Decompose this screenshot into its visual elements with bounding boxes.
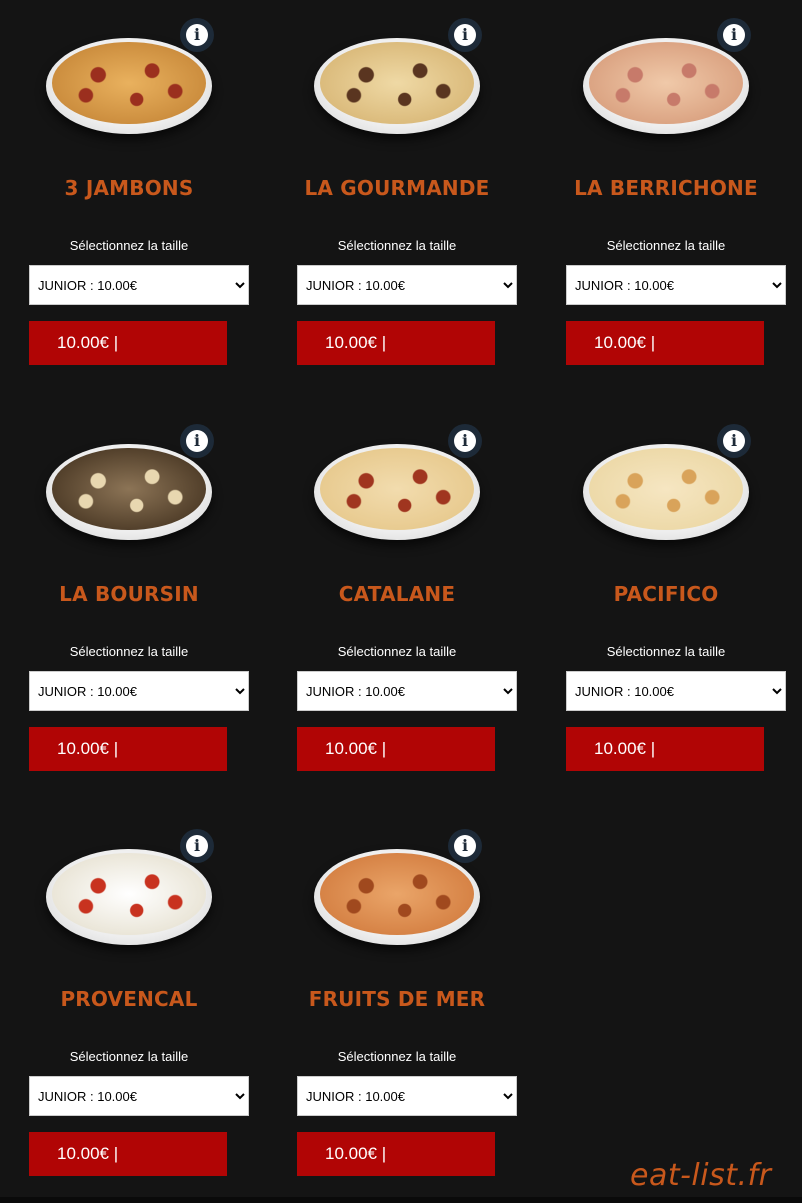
info-glyph: i [454,430,476,452]
pizza-image[interactable] [46,849,212,945]
size-label: Sélectionnez la taille [69,644,189,659]
pizza [52,42,206,124]
product-name: LA BERRICHONE [574,176,758,200]
pizza-image[interactable] [46,38,212,134]
size-select[interactable]: JUNIOR : 10.00€ [297,265,517,305]
add-to-cart-button[interactable]: 10.00€ | [297,1132,495,1176]
size-label: Sélectionnez la taille [337,644,457,659]
size-select[interactable]: JUNIOR : 10.00€ [297,1076,517,1116]
info-icon[interactable]: i [448,829,482,863]
pizza-image[interactable] [314,38,480,134]
pizza [320,448,474,530]
product-card: i PACIFICO Sélectionnez la taille JUNIOR : … [566,406,786,786]
size-label: Sélectionnez la taille [606,238,726,253]
product-card: i CATALANE Sélectionnez la taille JUNIOR : … [297,406,517,786]
product-card: i LA GOURMANDE Sélectionnez la taille JUNIO… [297,0,517,380]
product-name: FRUITS DE MER [308,987,486,1011]
product-name: PROVENCAL [60,987,198,1011]
info-glyph: i [723,24,745,46]
info-glyph: i [186,430,208,452]
product-card: i FRUITS DE MER Sélectionnez la taille JUNI… [297,811,517,1191]
product-name: 3 JAMBONS [64,176,194,200]
info-icon[interactable]: i [180,829,214,863]
add-to-cart-button[interactable]: 10.00€ | [566,321,764,365]
size-label: Sélectionnez la taille [606,644,726,659]
info-glyph: i [723,430,745,452]
info-icon[interactable]: i [180,424,214,458]
info-glyph: i [186,835,208,857]
size-label: Sélectionnez la taille [69,1049,189,1064]
bottom-bar [0,1197,802,1203]
size-select[interactable]: JUNIOR : 10.00€ [566,671,786,711]
product-name: CATALANE [338,582,456,606]
page: i 3 JAMBONS Sélectionnez la taille JUNIOR :… [0,0,802,1203]
pizza [320,42,474,124]
product-card: i PROVENCAL Sélectionnez la taille JUNIOR :… [29,811,249,1191]
pizza-image[interactable] [583,444,749,540]
add-to-cart-button[interactable]: 10.00€ | [29,727,227,771]
pizza-image[interactable] [314,444,480,540]
size-label: Sélectionnez la taille [337,1049,457,1064]
product-card: i LA BERRICHONE Sélectionnez la taille JUNI… [566,0,786,380]
pizza-image[interactable] [46,444,212,540]
info-icon[interactable]: i [180,18,214,52]
pizza [589,448,743,530]
pizza-image[interactable] [314,849,480,945]
size-select[interactable]: JUNIOR : 10.00€ [29,1076,249,1116]
add-to-cart-button[interactable]: 10.00€ | [566,727,764,771]
info-icon[interactable]: i [717,18,751,52]
size-select[interactable]: JUNIOR : 10.00€ [566,265,786,305]
size-label: Sélectionnez la taille [337,238,457,253]
add-to-cart-button[interactable]: 10.00€ | [29,1132,227,1176]
product-name: LA GOURMANDE [304,176,490,200]
pizza-image[interactable] [583,38,749,134]
size-label: Sélectionnez la taille [69,238,189,253]
info-glyph: i [454,24,476,46]
info-glyph: i [454,835,476,857]
info-icon[interactable]: i [448,18,482,52]
info-glyph: i [186,24,208,46]
size-select[interactable]: JUNIOR : 10.00€ [29,671,249,711]
watermark: eat-list.fr [630,1158,772,1193]
pizza [589,42,743,124]
add-to-cart-button[interactable]: 10.00€ | [29,321,227,365]
product-card: i LA BOURSIN Sélectionnez la taille JUNIOR … [29,406,249,786]
info-icon[interactable]: i [448,424,482,458]
product-name: PACIFICO [613,582,719,606]
pizza [320,853,474,935]
product-card: i 3 JAMBONS Sélectionnez la taille JUNIOR :… [29,0,249,380]
add-to-cart-button[interactable]: 10.00€ | [297,727,495,771]
pizza [52,853,206,935]
product-name: LA BOURSIN [59,582,199,606]
size-select[interactable]: JUNIOR : 10.00€ [297,671,517,711]
info-icon[interactable]: i [717,424,751,458]
add-to-cart-button[interactable]: 10.00€ | [297,321,495,365]
pizza [52,448,206,530]
size-select[interactable]: JUNIOR : 10.00€ [29,265,249,305]
